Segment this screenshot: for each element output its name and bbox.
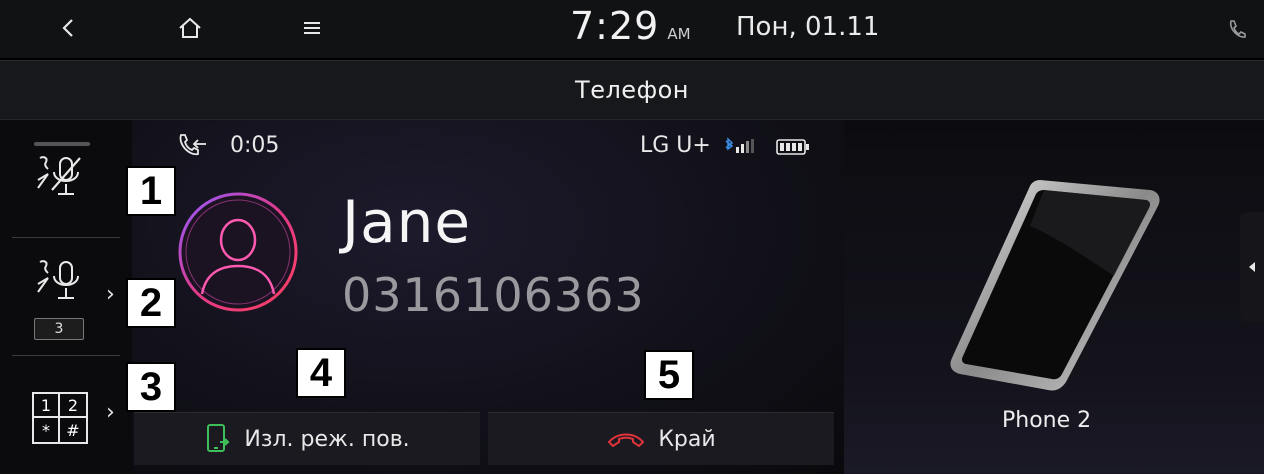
page-title: Телефон: [575, 76, 689, 104]
chevron-right-icon: ›: [106, 400, 115, 425]
private-mode-button[interactable]: Изл. реж. пов.: [134, 412, 480, 465]
home-icon: [179, 17, 201, 38]
end-call-label: Край: [658, 426, 716, 452]
home-button[interactable]: [170, 8, 210, 48]
clock-time: 7:29: [570, 4, 660, 48]
keypad-key: 1: [34, 394, 60, 418]
back-button[interactable]: [48, 8, 88, 48]
callout-marker-2: 2: [126, 278, 176, 328]
mic-level-badge: 3: [34, 318, 84, 340]
call-options-sidebar: 3 › 1 2 * # ›: [0, 120, 132, 474]
phone-transfer-icon: [207, 424, 230, 452]
mic-volume-icon: [37, 260, 79, 299]
callout-marker-4: 4: [296, 348, 346, 398]
keypad-key: #: [66, 420, 80, 440]
title-bar: Телефон: [0, 60, 1264, 120]
mic-mute-button[interactable]: [10, 136, 122, 236]
battery-icon: [776, 138, 810, 160]
callout-marker-1: 1: [126, 166, 176, 216]
side-panel-handle[interactable]: [1240, 212, 1264, 322]
end-call-button[interactable]: Край: [488, 412, 834, 465]
keypad-key: *: [34, 418, 60, 442]
back-icon: [62, 19, 73, 37]
date: Пон, 01.11: [736, 12, 880, 42]
person-icon: [178, 192, 298, 312]
callout-marker-5: 5: [644, 350, 694, 400]
keypad-icon: 1 2 * #: [32, 392, 88, 444]
contact-avatar: [176, 190, 300, 318]
contact-name: Jane: [342, 188, 472, 256]
phone-status-icon: [1226, 18, 1248, 44]
menu-button[interactable]: [292, 8, 332, 48]
mic-muted-icon: [37, 156, 81, 195]
clock: 7:29 AM: [570, 4, 691, 52]
status-bar: 7:29 AM Пон, 01.11: [0, 0, 1264, 58]
sidebar-divider: [12, 355, 120, 356]
bluetooth-signal-icon: [722, 137, 762, 161]
outgoing-call-icon: [176, 132, 210, 166]
chevron-right-icon: ›: [106, 282, 115, 307]
private-mode-label: Изл. реж. пов.: [244, 426, 410, 452]
contact-number: 0316106363: [342, 268, 645, 322]
mic-indicator-bar: [34, 142, 90, 146]
keypad-key: 2: [60, 394, 86, 418]
carrier-name: LG U+: [640, 133, 711, 158]
callout-marker-3: 3: [126, 362, 176, 412]
call-duration: 0:05: [230, 133, 280, 158]
chevron-left-icon: [1249, 262, 1255, 272]
menu-icon: [304, 22, 320, 34]
sidebar-divider: [12, 237, 120, 238]
clock-ampm: AM: [667, 25, 691, 43]
end-call-icon: [607, 433, 645, 448]
phone-device-image: [944, 176, 1170, 400]
device-name: Phone 2: [1002, 408, 1092, 433]
